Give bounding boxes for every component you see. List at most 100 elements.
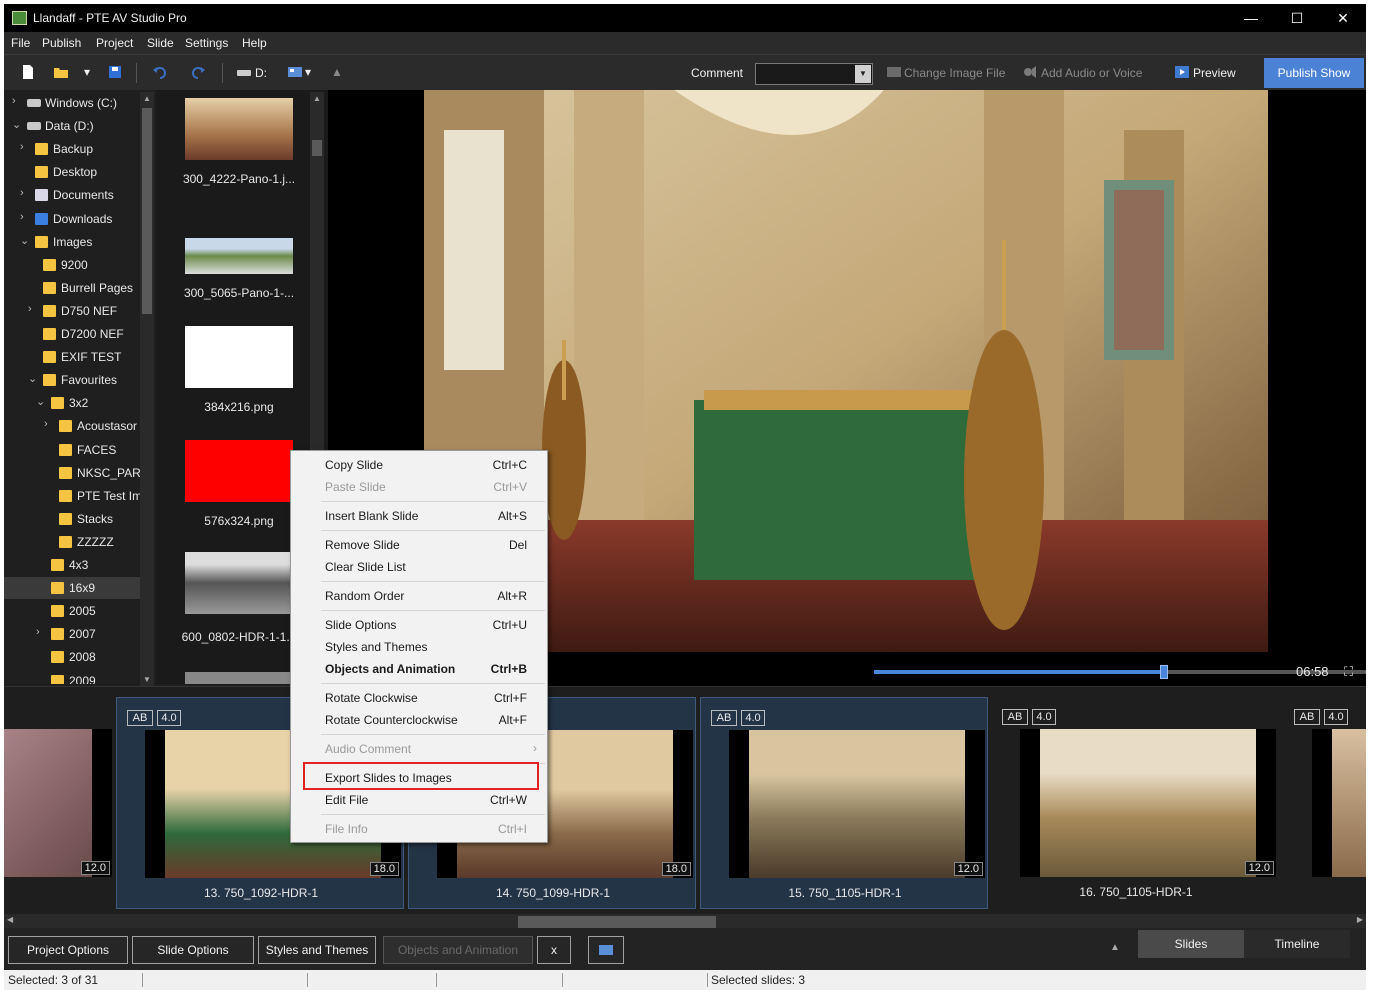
view-mode-icon[interactable]: [287, 64, 303, 80]
tree-item[interactable]: 9200: [4, 254, 144, 276]
styles-themes-button[interactable]: Styles and Themes: [258, 936, 376, 964]
tree-item[interactable]: 2008: [4, 646, 144, 668]
menu-item-rotate-counterclockwise[interactable]: Rotate Counterclockwise Alt+F: [291, 709, 547, 731]
slide-options-button[interactable]: Slide Options: [132, 936, 254, 964]
file-thumbnail[interactable]: [185, 552, 293, 614]
file-thumbnail[interactable]: [185, 326, 293, 388]
tree-item[interactable]: › D750 NEF: [4, 300, 144, 322]
scroll-down-icon[interactable]: ▼: [143, 675, 151, 684]
collapse-icon[interactable]: ⌄: [28, 372, 37, 385]
slide-thumbnail[interactable]: 12.0: [1020, 729, 1276, 877]
tab-slides[interactable]: Slides: [1138, 930, 1244, 958]
transition-duration-badge[interactable]: 4.0: [1032, 709, 1056, 725]
tree-item[interactable]: › Windows (C:): [4, 92, 144, 114]
tree-item[interactable]: 16x9: [4, 577, 144, 600]
tree-item[interactable]: ZZZZZ: [4, 531, 144, 553]
drive-label[interactable]: D:: [255, 66, 267, 80]
up-folder-icon[interactable]: ▲: [331, 65, 343, 79]
slide-thumbnail[interactable]: [1312, 729, 1366, 877]
tree-item[interactable]: › 2007: [4, 623, 144, 645]
menu-item-random-order[interactable]: Random Order Alt+R: [291, 585, 547, 607]
tree-scrollbar[interactable]: ▲ ▼: [140, 92, 154, 686]
collapse-icon[interactable]: ⌄: [20, 234, 29, 247]
menu-item-edit-file[interactable]: Edit File Ctrl+W: [291, 789, 547, 811]
screen-button[interactable]: [588, 936, 624, 964]
project-options-button[interactable]: Project Options: [8, 936, 128, 964]
slide-item[interactable]: AB 4.0: [1284, 697, 1366, 909]
objects-animation-button[interactable]: Objects and Animation: [383, 936, 533, 964]
tree-item[interactable]: ⌄ Data (D:): [4, 115, 144, 137]
minimize-button[interactable]: —: [1228, 4, 1274, 32]
preview-button[interactable]: Preview: [1193, 66, 1236, 80]
transition-badge[interactable]: AB: [711, 710, 737, 726]
publish-show-button[interactable]: Publish Show: [1264, 58, 1364, 88]
slide-duration[interactable]: 18.0: [369, 862, 399, 876]
menu-item-file-info[interactable]: File Info Ctrl+I: [291, 818, 547, 840]
add-audio-button[interactable]: Add Audio or Voice: [1041, 66, 1142, 80]
slide-item[interactable]: AB 4.0 12.0 16. 750_1105-HDR-1: [992, 697, 1280, 909]
scroll-up-icon[interactable]: ▲: [143, 94, 151, 103]
tree-item[interactable]: ⌄ Images: [4, 231, 144, 253]
save-icon[interactable]: [107, 64, 123, 80]
tree-item[interactable]: › Documents: [4, 184, 144, 206]
file-thumbnail[interactable]: [185, 238, 293, 274]
menu-item-styles-and-themes[interactable]: Styles and Themes: [291, 636, 547, 658]
file-thumbnail[interactable]: [185, 440, 293, 502]
redo-icon[interactable]: [190, 64, 206, 80]
drive-icon[interactable]: [236, 64, 252, 80]
menu-item-slide-options[interactable]: Slide Options Ctrl+U: [291, 614, 547, 636]
tree-item[interactable]: EXIF TEST: [4, 346, 144, 368]
tree-scroll-thumb[interactable]: [142, 108, 152, 314]
expand-icon[interactable]: ›: [44, 418, 48, 430]
slide-duration[interactable]: 12.0: [80, 861, 110, 875]
comment-dropdown-icon[interactable]: ▼: [855, 65, 871, 83]
transition-duration-badge[interactable]: 4.0: [741, 710, 765, 726]
transition-duration-badge[interactable]: 4.0: [157, 710, 181, 726]
slide-thumbnail[interactable]: 12.0: [729, 730, 985, 878]
slide-item[interactable]: AB 4.0 12.0 15. 750_1105-HDR-1: [700, 697, 988, 909]
menu-item-audio-comment[interactable]: Audio Comment ›: [291, 738, 547, 760]
menu-settings[interactable]: Settings: [185, 36, 228, 50]
expand-icon[interactable]: ›: [20, 141, 24, 153]
tree-item[interactable]: › Acoustasor: [4, 415, 144, 437]
slide-list-scroll-thumb[interactable]: [518, 916, 716, 928]
tree-item[interactable]: ⌄ 3x2: [4, 392, 144, 414]
menu-item-clear-slide-list[interactable]: Clear Slide List: [291, 556, 547, 578]
files-scroll-thumb[interactable]: [312, 140, 322, 156]
undo-icon[interactable]: [152, 64, 168, 80]
tree-item[interactable]: Stacks: [4, 508, 144, 530]
view-mode-dropdown-icon[interactable]: ▾: [305, 65, 311, 79]
menu-item-objects-and-animation[interactable]: Objects and Animation Ctrl+B: [291, 658, 547, 680]
slide-thumbnail[interactable]: 12.0: [4, 729, 112, 877]
expand-icon[interactable]: ›: [36, 626, 40, 638]
tree-item[interactable]: Burrell Pages: [4, 277, 144, 299]
transition-badge[interactable]: AB: [1294, 709, 1320, 725]
open-dropdown-icon[interactable]: ▾: [84, 65, 90, 79]
tree-item[interactable]: 2005: [4, 600, 144, 622]
transition-badge[interactable]: AB: [1002, 709, 1028, 725]
close-button[interactable]: ✕: [1320, 4, 1366, 32]
menu-item-paste-slide[interactable]: Paste Slide Ctrl+V: [291, 476, 547, 498]
scroll-right-icon[interactable]: ▶: [1357, 915, 1363, 924]
transition-duration-badge[interactable]: 4.0: [1324, 709, 1348, 725]
menu-help[interactable]: Help: [242, 36, 267, 50]
expand-icon[interactable]: ›: [20, 211, 24, 223]
expand-icon[interactable]: ›: [20, 187, 24, 199]
tree-item[interactable]: ⌄ Favourites: [4, 369, 144, 391]
tree-item[interactable]: Desktop: [4, 161, 144, 183]
expand-icon[interactable]: ›: [12, 95, 16, 107]
menu-item-copy-slide[interactable]: Copy Slide Ctrl+C: [291, 454, 547, 476]
slide-duration[interactable]: 18.0: [661, 862, 691, 876]
maximize-button[interactable]: ☐: [1274, 4, 1320, 32]
slide-duration[interactable]: 12.0: [1244, 861, 1274, 875]
file-thumbnail[interactable]: [185, 672, 293, 684]
x-button[interactable]: x: [537, 936, 571, 964]
collapse-icon[interactable]: ⌄: [12, 118, 21, 131]
tree-item[interactable]: › Downloads: [4, 208, 144, 230]
new-file-icon[interactable]: [20, 64, 36, 80]
menu-project[interactable]: Project: [96, 36, 133, 50]
scrubber-handle[interactable]: [1160, 665, 1169, 679]
collapse-up-icon[interactable]: ▲: [1110, 942, 1120, 953]
fullscreen-icon[interactable]: ⛶: [1344, 664, 1353, 680]
tree-item[interactable]: D7200 NEF: [4, 323, 144, 345]
